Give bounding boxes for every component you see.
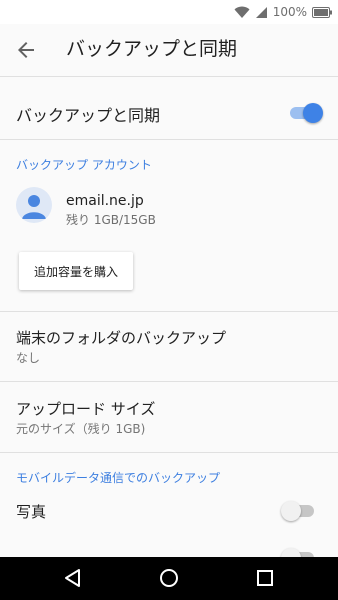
nav-back-icon[interactable] xyxy=(62,567,84,589)
page-title: バックアップと同期 xyxy=(66,38,238,60)
buy-storage-button[interactable]: 追加容量を購入 xyxy=(19,252,133,290)
status-icons: 100% xyxy=(234,4,332,20)
wifi-icon xyxy=(234,6,250,18)
account-email: email.ne.jp xyxy=(66,193,144,209)
battery-percent: 100% xyxy=(272,5,307,19)
status-bar: 100% xyxy=(0,0,338,24)
back-arrow-icon[interactable] xyxy=(14,38,38,62)
upload-size-value: 元のサイズ（残り 1GB) xyxy=(16,422,146,436)
app-bar: バックアップと同期 xyxy=(0,24,338,77)
divider xyxy=(0,452,338,453)
signal-icon xyxy=(255,6,267,18)
battery-icon xyxy=(312,6,332,18)
backup-account-header: バックアップ アカウント xyxy=(16,158,152,172)
divider xyxy=(0,311,338,312)
nav-home-icon[interactable] xyxy=(158,567,180,589)
account-avatar-icon xyxy=(16,187,52,223)
photos-label: 写真 xyxy=(16,503,47,521)
upload-size-title: アップロード サイズ xyxy=(16,400,156,418)
nav-recents-icon[interactable] xyxy=(254,567,276,589)
backup-sync-label: バックアップと同期 xyxy=(16,106,161,125)
device-folders-value: なし xyxy=(16,351,41,365)
mobile-data-header: モバイルデータ通信でのバックアップ xyxy=(16,471,221,485)
device-folders-title: 端末のフォルダのバックアップ xyxy=(16,329,227,347)
navigation-bar xyxy=(0,557,338,600)
divider xyxy=(0,381,338,382)
photos-toggle[interactable] xyxy=(281,501,317,521)
divider xyxy=(0,139,338,140)
backup-sync-toggle[interactable] xyxy=(287,103,323,123)
account-storage: 残り 1GB/15GB xyxy=(66,213,156,227)
